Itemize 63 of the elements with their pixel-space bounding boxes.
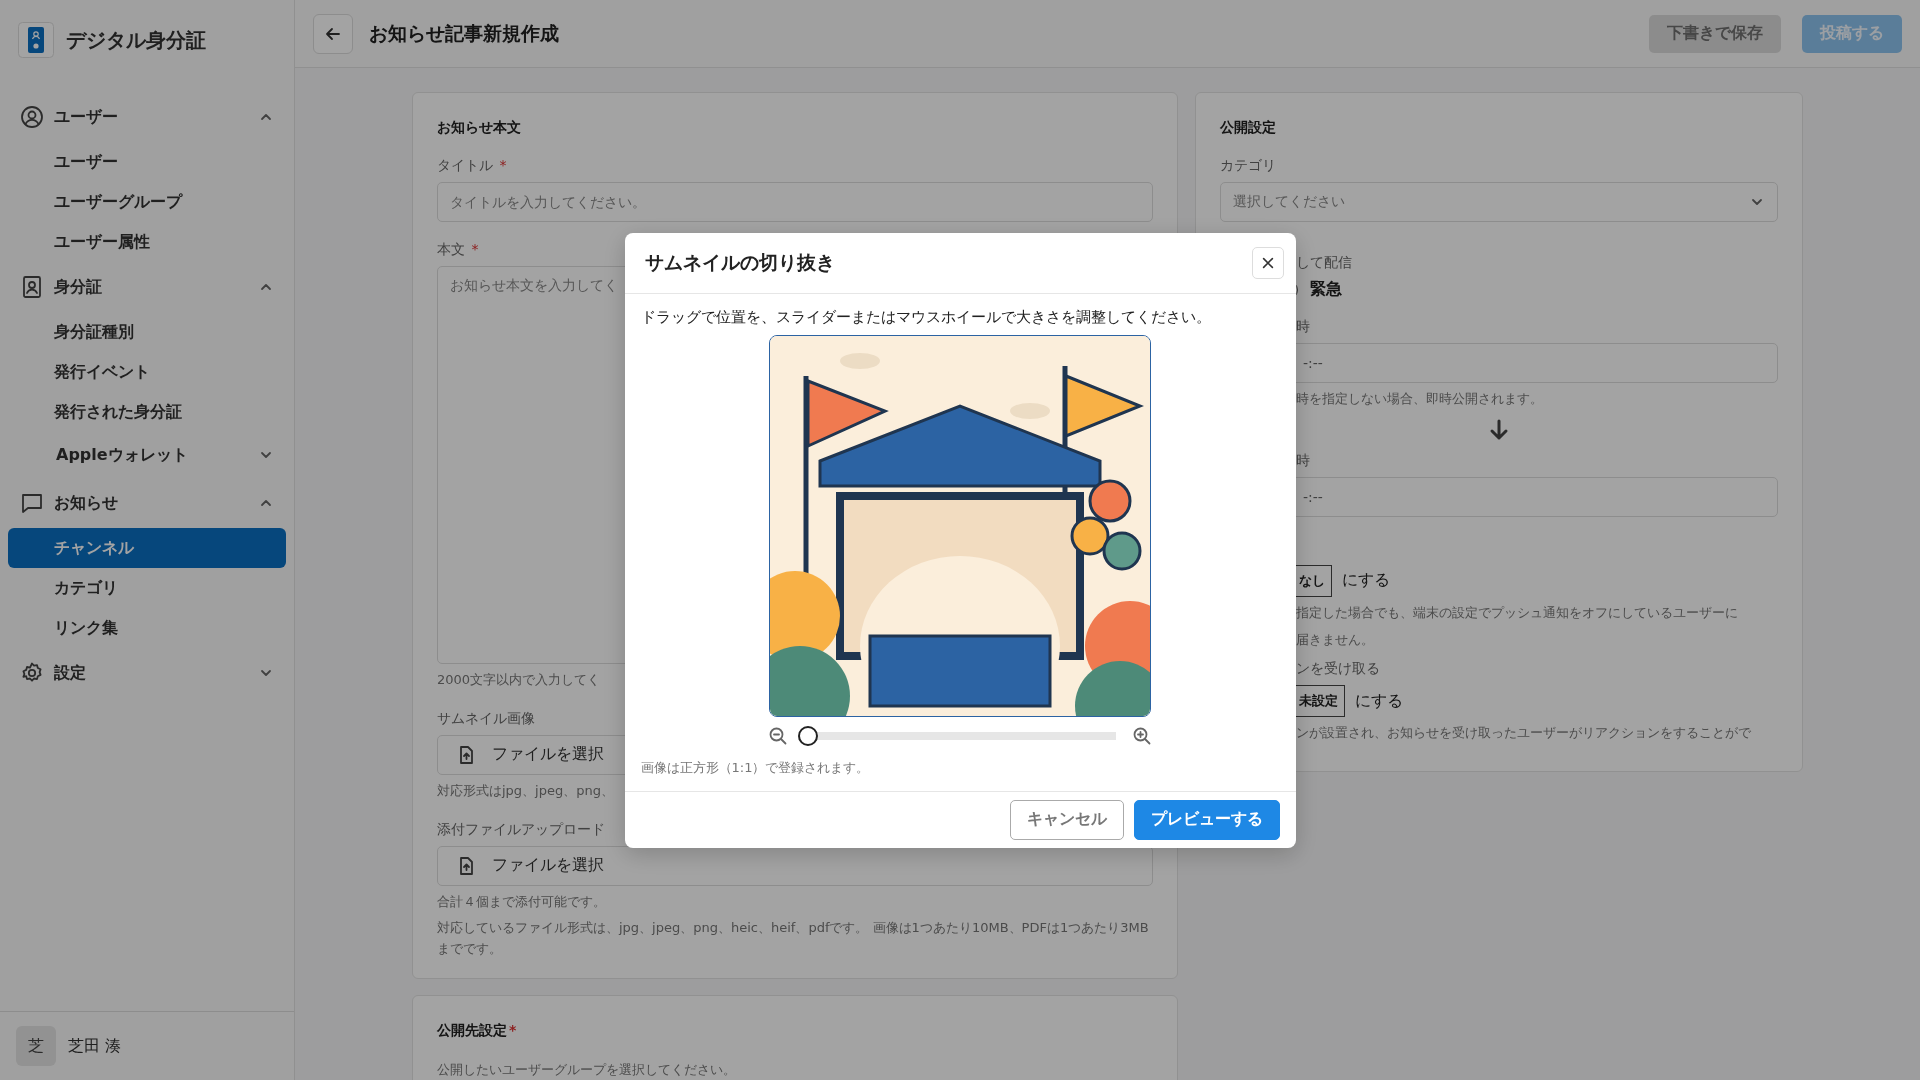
nav-item[interactable]: 発行された身分証 xyxy=(8,392,286,432)
nav-group[interactable]: 身分証 xyxy=(8,262,286,312)
preview-button[interactable]: プレビューする xyxy=(1133,799,1280,840)
app-name: デジタル身分証 xyxy=(66,26,206,54)
help-text: 対応しているファイル形式は、jpg、jpeg、png、heic、heif、pdfです。 画像は1つあたり10MB、PDFは1つあたり3MBまでです。 xyxy=(437,919,1150,959)
radio-label: 緊急 xyxy=(1310,279,1342,300)
dialog-title: サムネイルの切り抜き xyxy=(644,249,835,275)
user-icon xyxy=(20,105,44,129)
nav-group[interactable]: ユーザー xyxy=(8,92,286,142)
help-text: 合計４個まで添付可能です。 xyxy=(437,892,607,911)
instruction-text: ドラッグで位置を、スライダーまたはマウスホイールで大きさを調整してください。 xyxy=(640,307,1212,327)
title-input[interactable]: タイトルを入力してください。 xyxy=(437,182,1153,222)
nav-item[interactable]: カテゴリ xyxy=(8,568,286,608)
field-label: 添付ファイルアップロード xyxy=(437,820,605,839)
field-label: タイトル * xyxy=(437,157,507,175)
field-label: 時 xyxy=(1296,451,1310,470)
nav-item[interactable]: チャンネル xyxy=(8,528,286,568)
nav-group-label: 設定 xyxy=(54,662,87,684)
toggle-suffix: にする xyxy=(1355,690,1403,712)
toggle-suffix: にする xyxy=(1342,570,1390,592)
nav-item[interactable]: 身分証種別 xyxy=(8,312,286,352)
help-text: 2000文字以内で入力してく xyxy=(437,671,602,689)
field-label: 本文 * xyxy=(437,241,479,259)
help-text: 届きません。 xyxy=(1296,630,1375,649)
help-text: 対応形式はjpg、jpeg、png、 xyxy=(437,781,615,800)
section-heading: 公開先設定* xyxy=(437,1022,518,1040)
field-label: 時 xyxy=(1296,318,1310,336)
slider-thumb[interactable] xyxy=(798,725,818,746)
field-label: カテゴリ xyxy=(1220,157,1276,175)
zoom-in-icon[interactable] xyxy=(1132,725,1152,746)
cancel-button[interactable]: キャンセル xyxy=(1009,799,1124,840)
zoom-out-icon[interactable] xyxy=(768,725,788,746)
nav-item[interactable]: ユーザーグループ xyxy=(8,182,286,222)
nav-item[interactable]: リンク集 xyxy=(8,608,286,648)
section-heading: 公開設定 xyxy=(1220,119,1277,137)
id-badge-icon xyxy=(18,22,54,58)
close-icon xyxy=(1260,255,1275,270)
section-heading: お知らせ本文 xyxy=(437,119,522,137)
nav-item[interactable]: 発行イベント xyxy=(8,352,286,392)
help-text: 時を指定しない場合、即時公開されます。 xyxy=(1296,390,1544,408)
nav-group[interactable]: お知らせ xyxy=(8,478,286,528)
user-name: 芝田 湊 xyxy=(68,1035,122,1057)
field-label: ンを受け取る xyxy=(1296,660,1380,679)
note-text: 画像は正方形（1:1）で登録されます。 xyxy=(640,758,871,777)
back-button[interactable] xyxy=(313,13,353,54)
nav-group-label: ユーザー xyxy=(54,106,119,128)
nav-group[interactable]: 設定 xyxy=(8,648,286,698)
nav-item[interactable]: ユーザー属性 xyxy=(8,222,286,262)
field-label: して配信 xyxy=(1296,254,1352,272)
help-text: 公開したいユーザーグループを選択してください。 xyxy=(437,1061,737,1079)
nav-group-label: 身分証 xyxy=(54,276,103,298)
field-label: サムネイル画像 xyxy=(437,709,535,728)
nav-item[interactable]: ユーザー xyxy=(8,142,286,182)
nav-item[interactable]: Appleウォレット xyxy=(8,432,286,478)
id-card-icon xyxy=(20,275,44,299)
chat-icon xyxy=(20,491,44,515)
help-text: 指定した場合でも、端末の設定でプッシュ通知をオフにしているユーザーに xyxy=(1296,603,1739,622)
close-button[interactable] xyxy=(1251,246,1284,279)
avatar: 芝 xyxy=(16,1026,56,1066)
page-title: お知らせ記事新規作成 xyxy=(369,20,560,46)
nav-group-label: お知らせ xyxy=(54,492,119,514)
file-select-button[interactable]: ファイルを選択 xyxy=(437,845,1153,886)
help-text: ンが設置され、お知らせを受け取ったユーザーがリアクションをすることがで xyxy=(1296,724,1752,743)
